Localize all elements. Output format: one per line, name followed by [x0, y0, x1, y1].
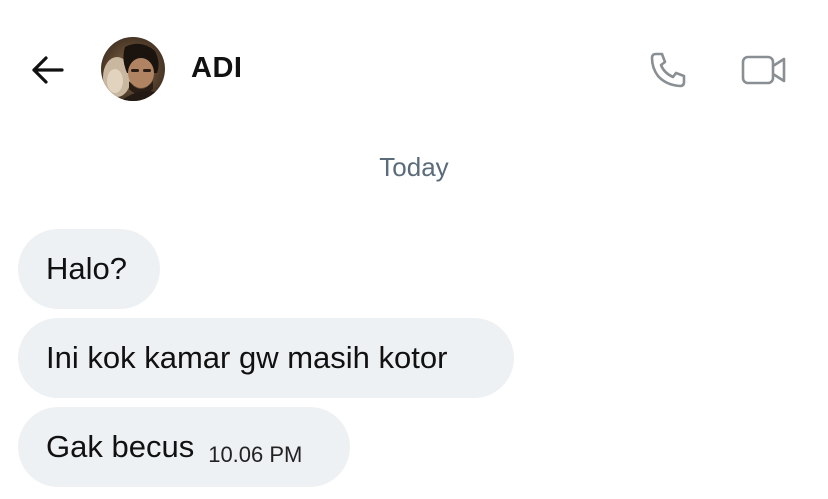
video-camera-icon [741, 55, 786, 85]
chat-screen: ADI Today Halo? Ini kok kamar gw masih k… [0, 0, 828, 499]
message-bubble[interactable]: Halo? [18, 229, 160, 309]
message-text: Halo? [46, 251, 127, 286]
contact-photo [101, 37, 165, 101]
contact-name[interactable]: ADI [191, 52, 242, 85]
video-call-button[interactable] [740, 50, 788, 90]
voice-call-button[interactable] [646, 48, 690, 92]
message-text: Gak becus [46, 429, 195, 464]
message-bubble[interactable]: Gak becus 10.06 PM [18, 407, 350, 487]
message-timestamp: 10.06 PM [208, 442, 303, 467]
phone-icon [650, 52, 686, 88]
arrow-left-icon [32, 56, 64, 84]
back-button[interactable] [28, 50, 68, 90]
message-text: Ini kok kamar gw masih kotor [46, 340, 448, 375]
message-bubble[interactable]: Ini kok kamar gw masih kotor [18, 318, 514, 398]
avatar[interactable] [101, 37, 165, 101]
date-separator: Today [379, 152, 449, 182]
chat-header: ADI [0, 0, 828, 140]
